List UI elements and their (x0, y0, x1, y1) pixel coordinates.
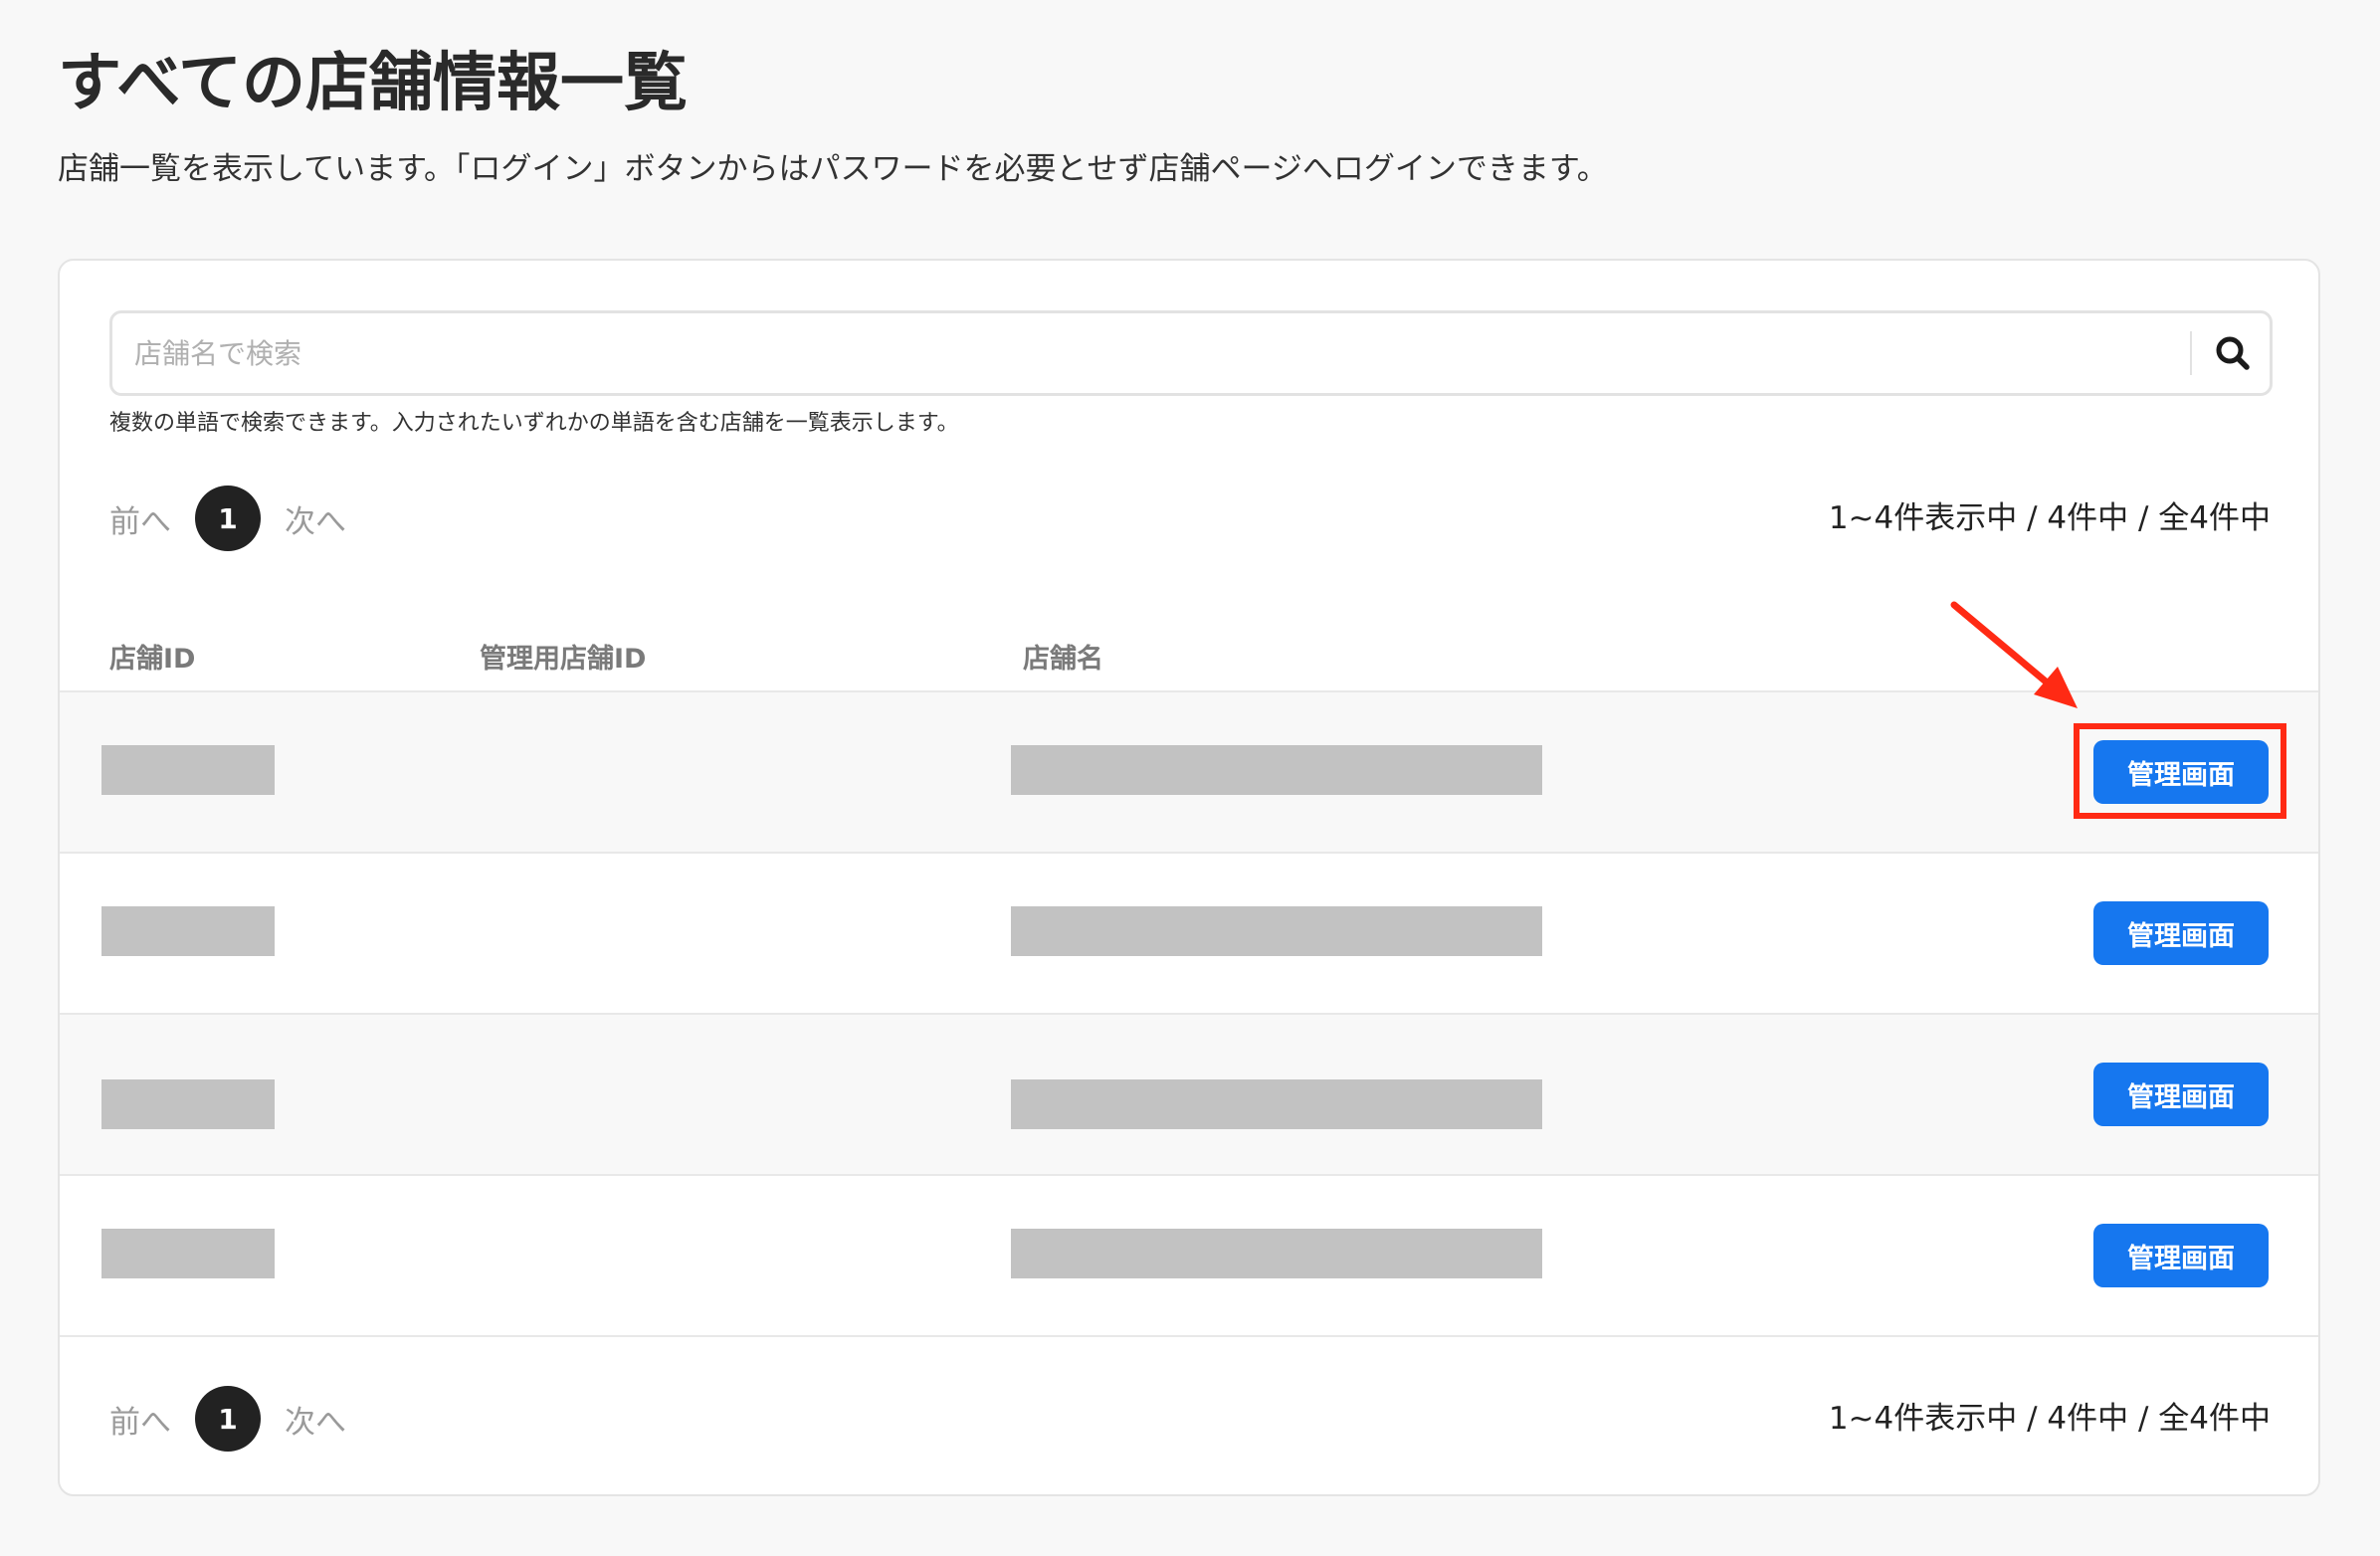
search-input[interactable] (112, 313, 2152, 393)
prev-page-link[interactable]: 前へ (109, 496, 171, 541)
redacted-store-id (101, 906, 275, 956)
column-header-store-name: 店舗名 (1023, 644, 1103, 675)
redacted-store-id (101, 1079, 275, 1129)
pagination-bottom: 前へ 1 次へ (109, 1386, 346, 1452)
current-page-button[interactable]: 1 (195, 1386, 261, 1452)
redacted-store-name (1011, 745, 1542, 795)
admin-panel-button[interactable]: 管理画面 (2093, 901, 2269, 965)
redacted-store-id (101, 745, 275, 795)
current-page-button[interactable]: 1 (195, 486, 261, 551)
store-list-card: 複数の単語で検索できます。入力されたいずれかの単語を含む店舗を一覧表示します。 … (58, 259, 2320, 1496)
column-header-store-id: 店舗ID (109, 644, 196, 675)
next-page-link[interactable]: 次へ (285, 496, 346, 541)
page-title: すべての店舗情報一覧 (58, 47, 688, 120)
column-header-admin-store-id: 管理用店舗ID (480, 644, 647, 675)
result-count-bottom: 1~4件表示中 / 4件中 / 全4件中 (1828, 1401, 2271, 1437)
search-divider (2190, 331, 2192, 375)
search-icon (2216, 336, 2250, 370)
result-count-top: 1~4件表示中 / 4件中 / 全4件中 (1828, 500, 2271, 536)
search-box (109, 310, 2273, 396)
redacted-store-name (1011, 906, 1542, 956)
prev-page-link[interactable]: 前へ (109, 1397, 171, 1442)
table-header: 店舗ID 管理用店舗ID 店舗名 (60, 617, 2318, 692)
next-page-link[interactable]: 次へ (285, 1397, 346, 1442)
redacted-store-name (1011, 1079, 1542, 1129)
redacted-store-id (101, 1229, 275, 1278)
admin-panel-button[interactable]: 管理画面 (2093, 1063, 2269, 1126)
table-row: 管理画面 (60, 1176, 2318, 1337)
admin-panel-button[interactable]: 管理画面 (2093, 1224, 2269, 1287)
page-description: 店舗一覧を表示しています。「ログイン」ボタンからはパスワードを必要とせず店舗ペー… (58, 151, 1608, 187)
table-row: 管理画面 (60, 692, 2318, 854)
admin-panel-button[interactable]: 管理画面 (2093, 740, 2269, 804)
table-row: 管理画面 (60, 1015, 2318, 1176)
table-row: 管理画面 (60, 854, 2318, 1015)
search-button[interactable] (2196, 313, 2270, 393)
search-hint: 複数の単語で検索できます。入力されたいずれかの単語を含む店舗を一覧表示します。 (109, 411, 959, 436)
redacted-store-name (1011, 1229, 1542, 1278)
pagination-top: 前へ 1 次へ (109, 486, 346, 551)
